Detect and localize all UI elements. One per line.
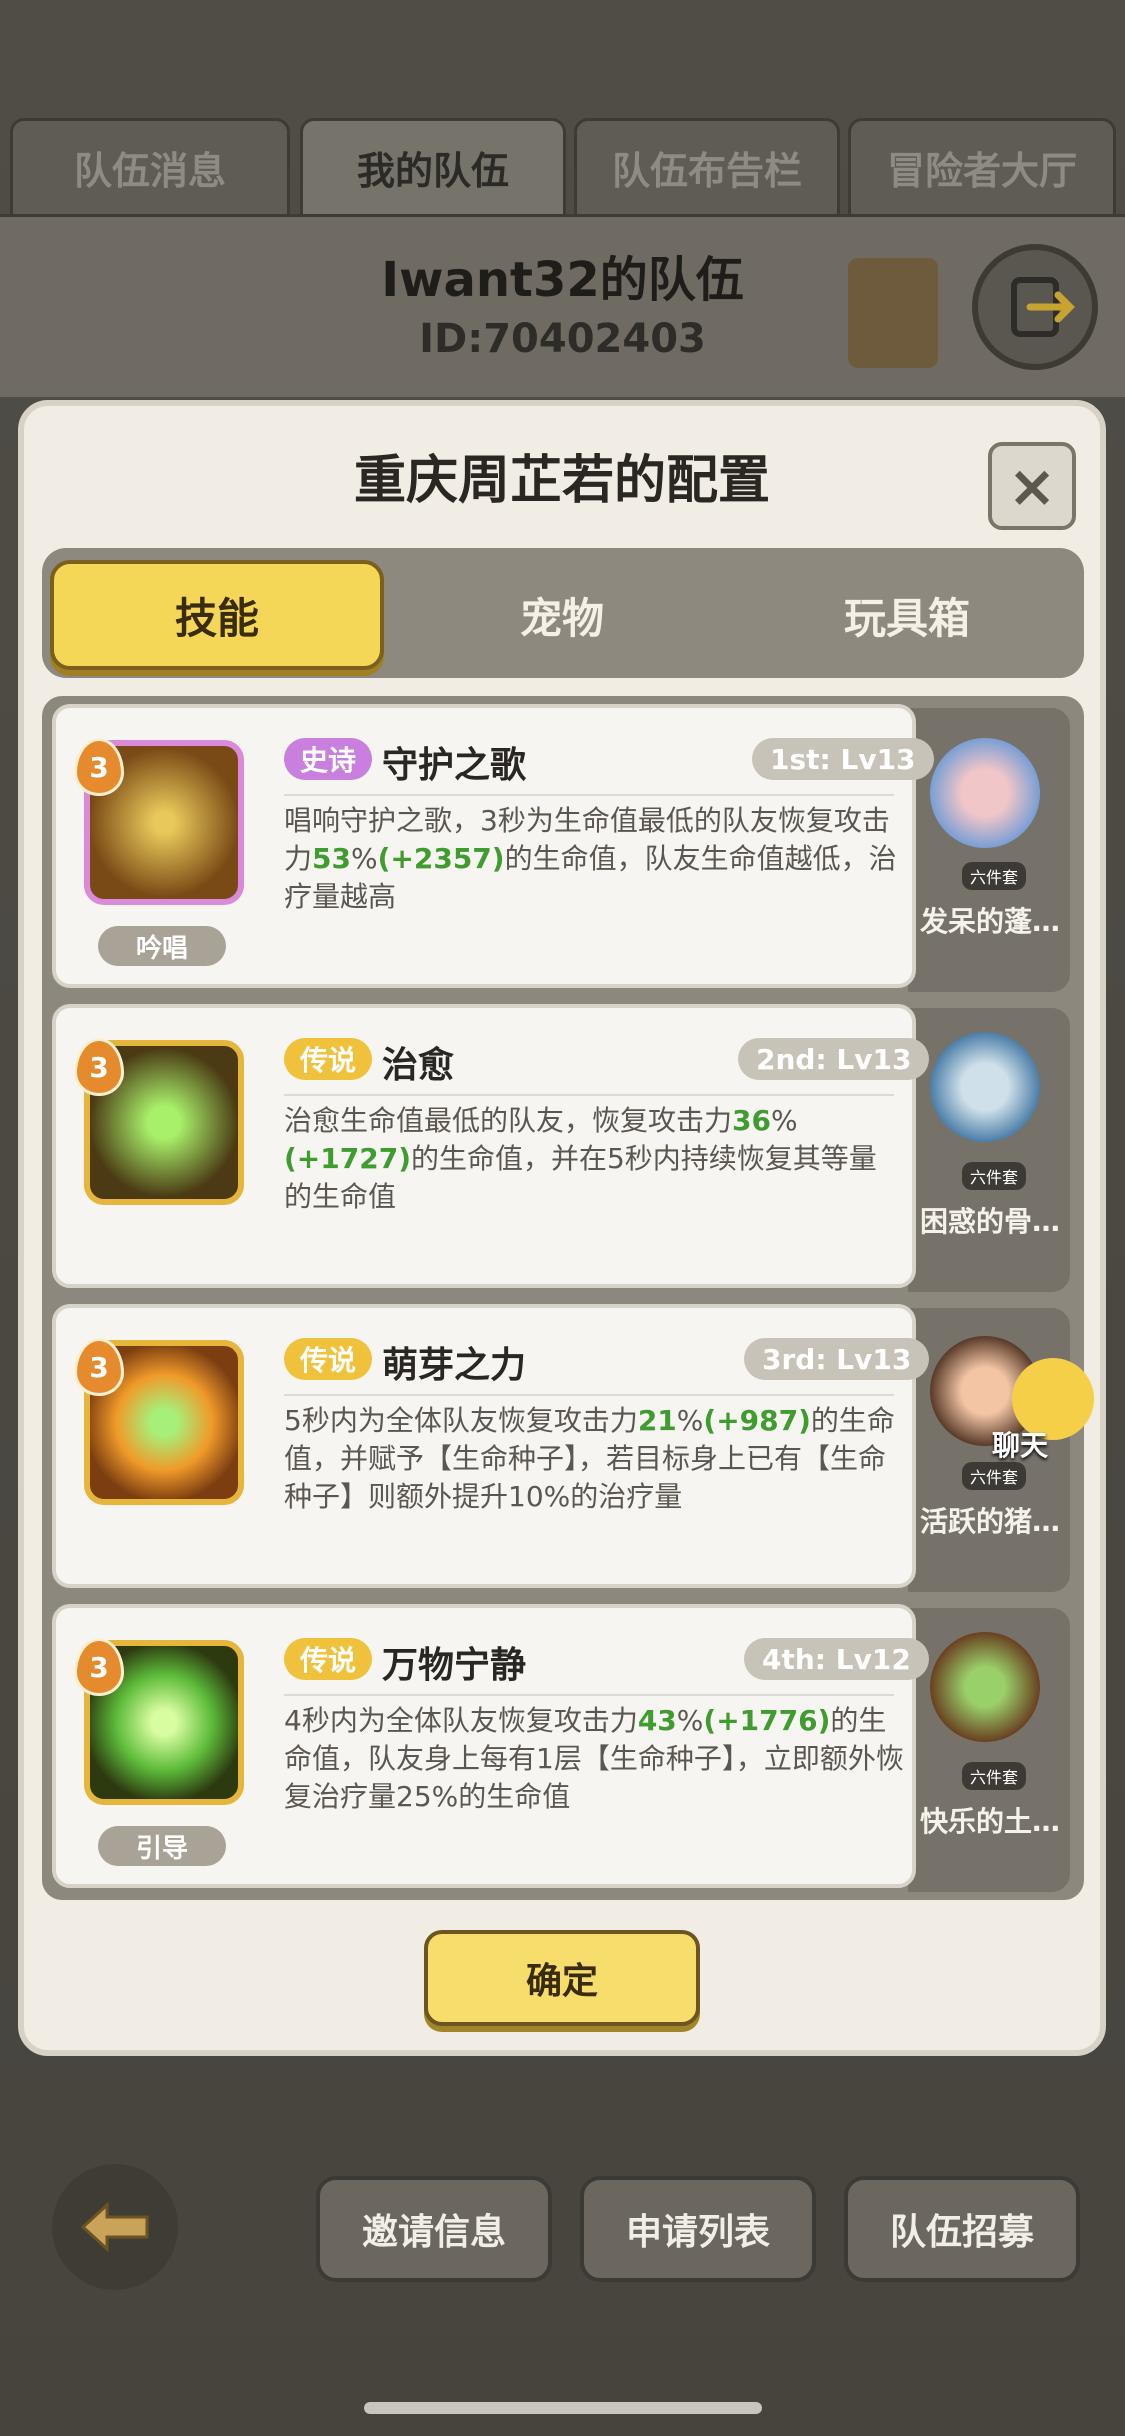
tab-toybox[interactable]: 玩具箱: [742, 560, 1072, 670]
tab-team-board[interactable]: 队伍布告栏: [574, 118, 840, 214]
divider: [284, 1394, 894, 1396]
skill-name: 守护之歌: [382, 745, 527, 786]
pet-set-badge: 六件套: [962, 1762, 1027, 1790]
tab-adventurer-hall[interactable]: 冒险者大厅: [848, 118, 1116, 214]
invite-info-button[interactable]: 邀请信息: [316, 2176, 552, 2282]
skill-name: 治愈: [382, 1045, 455, 1086]
back-arrow-icon: [80, 2201, 149, 2253]
pet-name: 发呆的蓬…: [920, 905, 1061, 938]
pet-set-badge: 六件套: [962, 1162, 1027, 1190]
skill-name: 万物宁静: [382, 1645, 527, 1686]
scroll-icon[interactable]: [848, 258, 938, 368]
home-indicator[interactable]: [364, 2402, 762, 2414]
skill-description: 治愈生命值最低的队友，恢复攻击力36%(+1727)的生命值，并在5秒内持续恢复…: [284, 1104, 877, 1213]
exit-team-button[interactable]: [972, 244, 1098, 370]
close-button[interactable]: ×: [988, 442, 1076, 530]
confirm-button[interactable]: 确定: [424, 1930, 700, 2026]
pet-set-badge: 六件套: [962, 862, 1027, 890]
rarity-tag: 传说: [284, 1338, 373, 1380]
pet-portrait: [930, 1632, 1040, 1742]
rarity-tag: 传说: [284, 1038, 373, 1080]
skill-level: 1st: Lv13: [752, 738, 934, 780]
application-list-button[interactable]: 申请列表: [580, 2176, 816, 2282]
pet-portrait: [930, 1032, 1040, 1142]
team-id: ID:70402403: [419, 316, 706, 362]
tab-my-team[interactable]: 我的队伍: [300, 118, 566, 214]
skill-description: 唱响守护之歌，3秒为生命值最低的队友恢复攻击力53%(+2357)的生命值，队友…: [284, 804, 897, 913]
pet-name: 困惑的骨…: [920, 1205, 1061, 1238]
modal-title: 重庆周芷若的配置: [353, 451, 770, 511]
skill-level: 3rd: Lv13: [744, 1338, 930, 1380]
pet-name: 活跃的猪…: [920, 1505, 1061, 1538]
cast-type-label: 引导: [98, 1826, 226, 1866]
rarity-tag: 史诗: [284, 738, 373, 780]
skill-level: 2nd: Lv13: [738, 1038, 930, 1080]
cast-type-label: 吟唱: [98, 926, 226, 966]
exit-icon: [1011, 277, 1075, 337]
back-button[interactable]: [52, 2164, 178, 2290]
tab-pets[interactable]: 宠物: [400, 560, 724, 670]
pet-set-badge: 六件套: [962, 1462, 1027, 1490]
team-title: Iwant32的队伍: [381, 252, 744, 308]
rarity-tag: 传说: [284, 1638, 373, 1680]
divider: [284, 1094, 894, 1096]
tab-team-messages[interactable]: 队伍消息: [10, 118, 290, 214]
pet-portrait: [930, 738, 1040, 848]
skill-level: 4th: Lv12: [744, 1638, 929, 1680]
team-recruit-button[interactable]: 队伍招募: [844, 2176, 1080, 2282]
divider: [284, 794, 894, 796]
tab-skills[interactable]: 技能: [50, 560, 384, 670]
skill-description: 4秒内为全体队友恢复攻击力43%(+1776)的生命值，队友身上每有1层【生命种…: [284, 1704, 904, 1813]
chat-label[interactable]: 聊天: [992, 1424, 1048, 1464]
divider: [284, 1694, 894, 1696]
pet-name: 快乐的土…: [920, 1805, 1061, 1838]
skill-name: 萌芽之力: [382, 1345, 527, 1386]
skill-description: 5秒内为全体队友恢复攻击力21%(+987)的生命值，并赋予【生命种子】，若目标…: [284, 1404, 895, 1513]
